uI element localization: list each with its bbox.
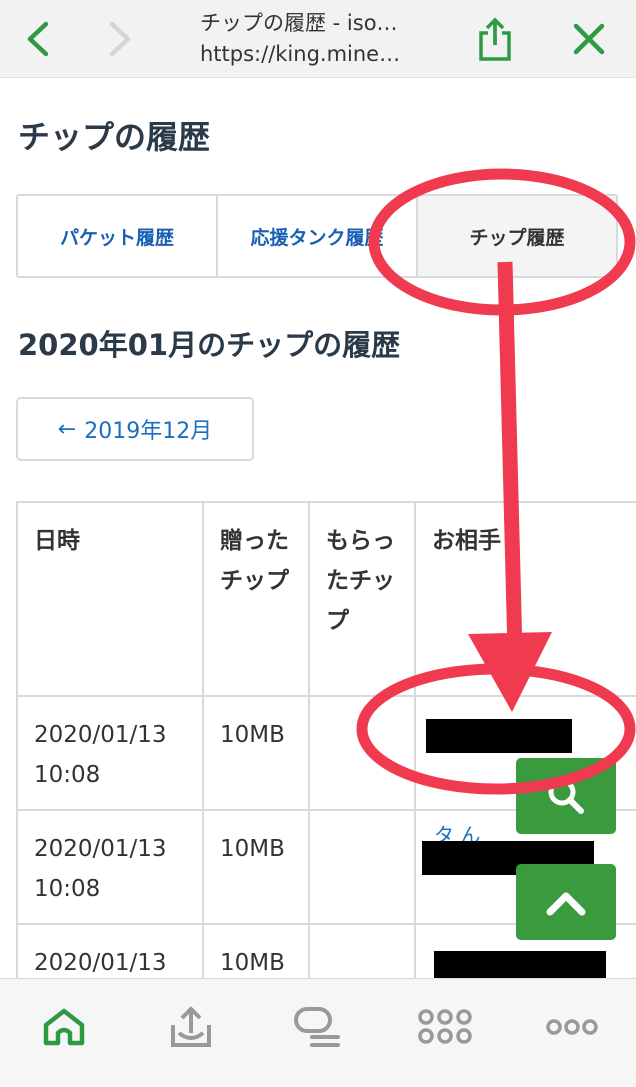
more-icon <box>546 1019 599 1035</box>
cell-date: 2020/01/13 10:08 <box>16 809 204 925</box>
cell-date: 2020/01/13 10:08 <box>16 695 204 811</box>
tab-support-tank-history[interactable]: 応援タンク履歴 <box>218 196 418 276</box>
tab-packet-history[interactable]: パケット履歴 <box>18 196 218 276</box>
chevron-left-icon <box>27 21 49 57</box>
browser-url: https://king.mine… <box>200 42 401 66</box>
arrow-left-icon: ← <box>57 416 77 442</box>
cell-received <box>308 695 416 811</box>
tab-tip-history[interactable]: チップ履歴 <box>418 196 616 276</box>
chat-icon <box>294 1007 340 1047</box>
cell-received <box>308 809 416 925</box>
history-tabs: パケット履歴 応援タンク履歴 チップ履歴 <box>16 194 618 278</box>
nav-more[interactable] <box>509 979 636 1087</box>
upload-icon <box>170 1006 211 1047</box>
month-heading: 2020年01月のチップの履歴 <box>18 328 401 362</box>
share-button[interactable] <box>466 10 524 68</box>
apps-icon <box>418 1009 472 1044</box>
cell-sent: 10MB <box>202 695 310 811</box>
column-header-partner: お相手 <box>414 501 636 697</box>
page: チップの履歴 - iso… https://king.mine… チップの履歴 … <box>0 0 636 1087</box>
page-title: チップの履歴 <box>18 118 211 156</box>
forward-button[interactable] <box>90 10 148 68</box>
share-icon <box>479 17 511 61</box>
table-header-row: 日時 贈ったチップ もらったチップ お相手 <box>16 501 636 697</box>
browser-title: チップの履歴 - iso… https://king.mine… <box>200 8 440 70</box>
previous-month-button[interactable]: ← 2019年12月 <box>16 397 254 461</box>
column-header-date: 日時 <box>16 501 204 697</box>
cell-sent: 10MB <box>202 809 310 925</box>
bottom-navigation <box>0 978 636 1087</box>
chevron-right-icon <box>109 21 131 57</box>
browser-toolbar: チップの履歴 - iso… https://king.mine… <box>0 0 636 78</box>
chevron-up-icon <box>546 892 586 916</box>
search-icon <box>548 778 584 814</box>
nav-chat[interactable] <box>254 979 381 1087</box>
redacted-partner-name <box>426 719 572 753</box>
back-button[interactable] <box>10 10 68 68</box>
nav-upload[interactable] <box>127 979 254 1087</box>
home-icon <box>43 1008 84 1046</box>
column-header-received: もらったチップ <box>308 501 416 697</box>
nav-apps[interactable] <box>382 979 509 1087</box>
search-button[interactable] <box>516 758 616 834</box>
nav-home[interactable] <box>0 979 127 1087</box>
scroll-to-top-button[interactable] <box>516 864 616 940</box>
column-header-sent: 贈ったチップ <box>202 501 310 697</box>
browser-page-title: チップの履歴 - iso… <box>200 11 398 35</box>
previous-month-label: 2019年12月 <box>84 419 213 444</box>
close-button[interactable] <box>560 10 618 68</box>
close-icon <box>573 23 605 55</box>
